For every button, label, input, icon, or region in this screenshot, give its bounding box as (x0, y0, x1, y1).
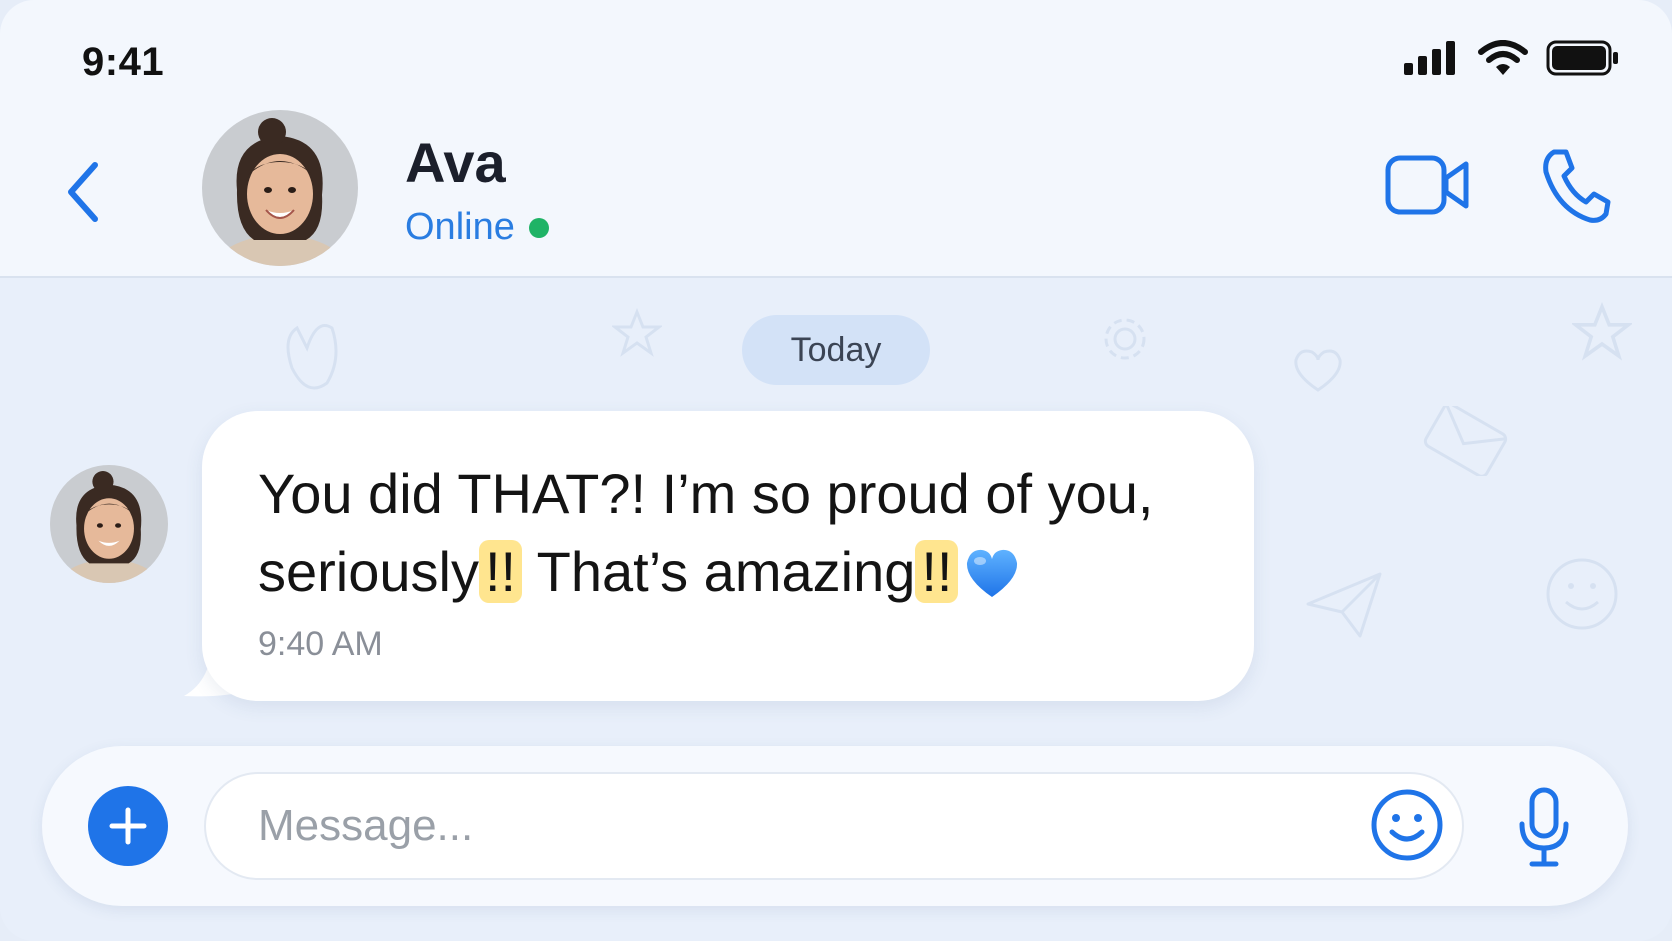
flower-doodle-icon (1104, 318, 1146, 360)
highlighted-exclamation: !! (478, 540, 523, 603)
message-timestamp: 9:40 AM (258, 625, 383, 663)
star-doodle-icon (612, 308, 662, 357)
message-input[interactable] (258, 796, 1308, 856)
plus-icon (109, 807, 147, 845)
chat-screen: 9:41 Ava Online Today You did THAT?! I’m… (0, 0, 1672, 941)
presence-label: Online (405, 206, 515, 248)
video-call-icon (1385, 155, 1469, 215)
smiley-icon (1371, 789, 1443, 861)
chat-header: Ava Online (0, 110, 1672, 278)
paper-plane-doodle-icon (1306, 572, 1382, 638)
back-button[interactable] (56, 152, 110, 232)
online-dot-icon (528, 217, 549, 238)
battery-icon (1546, 40, 1618, 76)
date-divider: Today (742, 315, 930, 385)
microphone-icon (1519, 787, 1569, 867)
phone-icon (1543, 149, 1611, 223)
message-text: You did THAT?! I’m so proud of you, seri… (258, 455, 1218, 611)
message-avatar[interactable] (50, 465, 168, 583)
message-text-part: That’s amazing (522, 540, 916, 603)
star-doodle-icon (1572, 302, 1632, 361)
status-icons (1404, 40, 1620, 76)
avatar-portrait (202, 110, 358, 266)
chevron-left-icon (68, 162, 98, 222)
status-time: 9:41 (82, 40, 165, 84)
cellular-signal-icon (1404, 41, 1455, 75)
video-call-button[interactable] (1384, 150, 1472, 220)
status-bar: 9:41 (0, 0, 1672, 110)
contact-avatar[interactable] (202, 110, 358, 266)
voice-call-button[interactable] (1540, 146, 1612, 224)
contact-name: Ava (405, 131, 506, 194)
voice-message-button[interactable] (1514, 786, 1574, 868)
smiley-doodle-icon (1546, 558, 1618, 630)
hand-doodle-icon (286, 324, 338, 390)
blue-heart-icon (967, 549, 1018, 597)
heart-bubble-doodle-icon (1294, 349, 1342, 392)
avatar-portrait (50, 465, 168, 583)
highlighted-exclamation: !! (915, 540, 959, 603)
envelope-doodle-icon (1423, 406, 1508, 476)
attach-button[interactable] (88, 786, 168, 866)
wifi-icon (1478, 40, 1528, 75)
emoji-button[interactable] (1370, 788, 1444, 862)
message-input-wrapper (204, 772, 1464, 880)
presence-status: Online (405, 206, 549, 249)
